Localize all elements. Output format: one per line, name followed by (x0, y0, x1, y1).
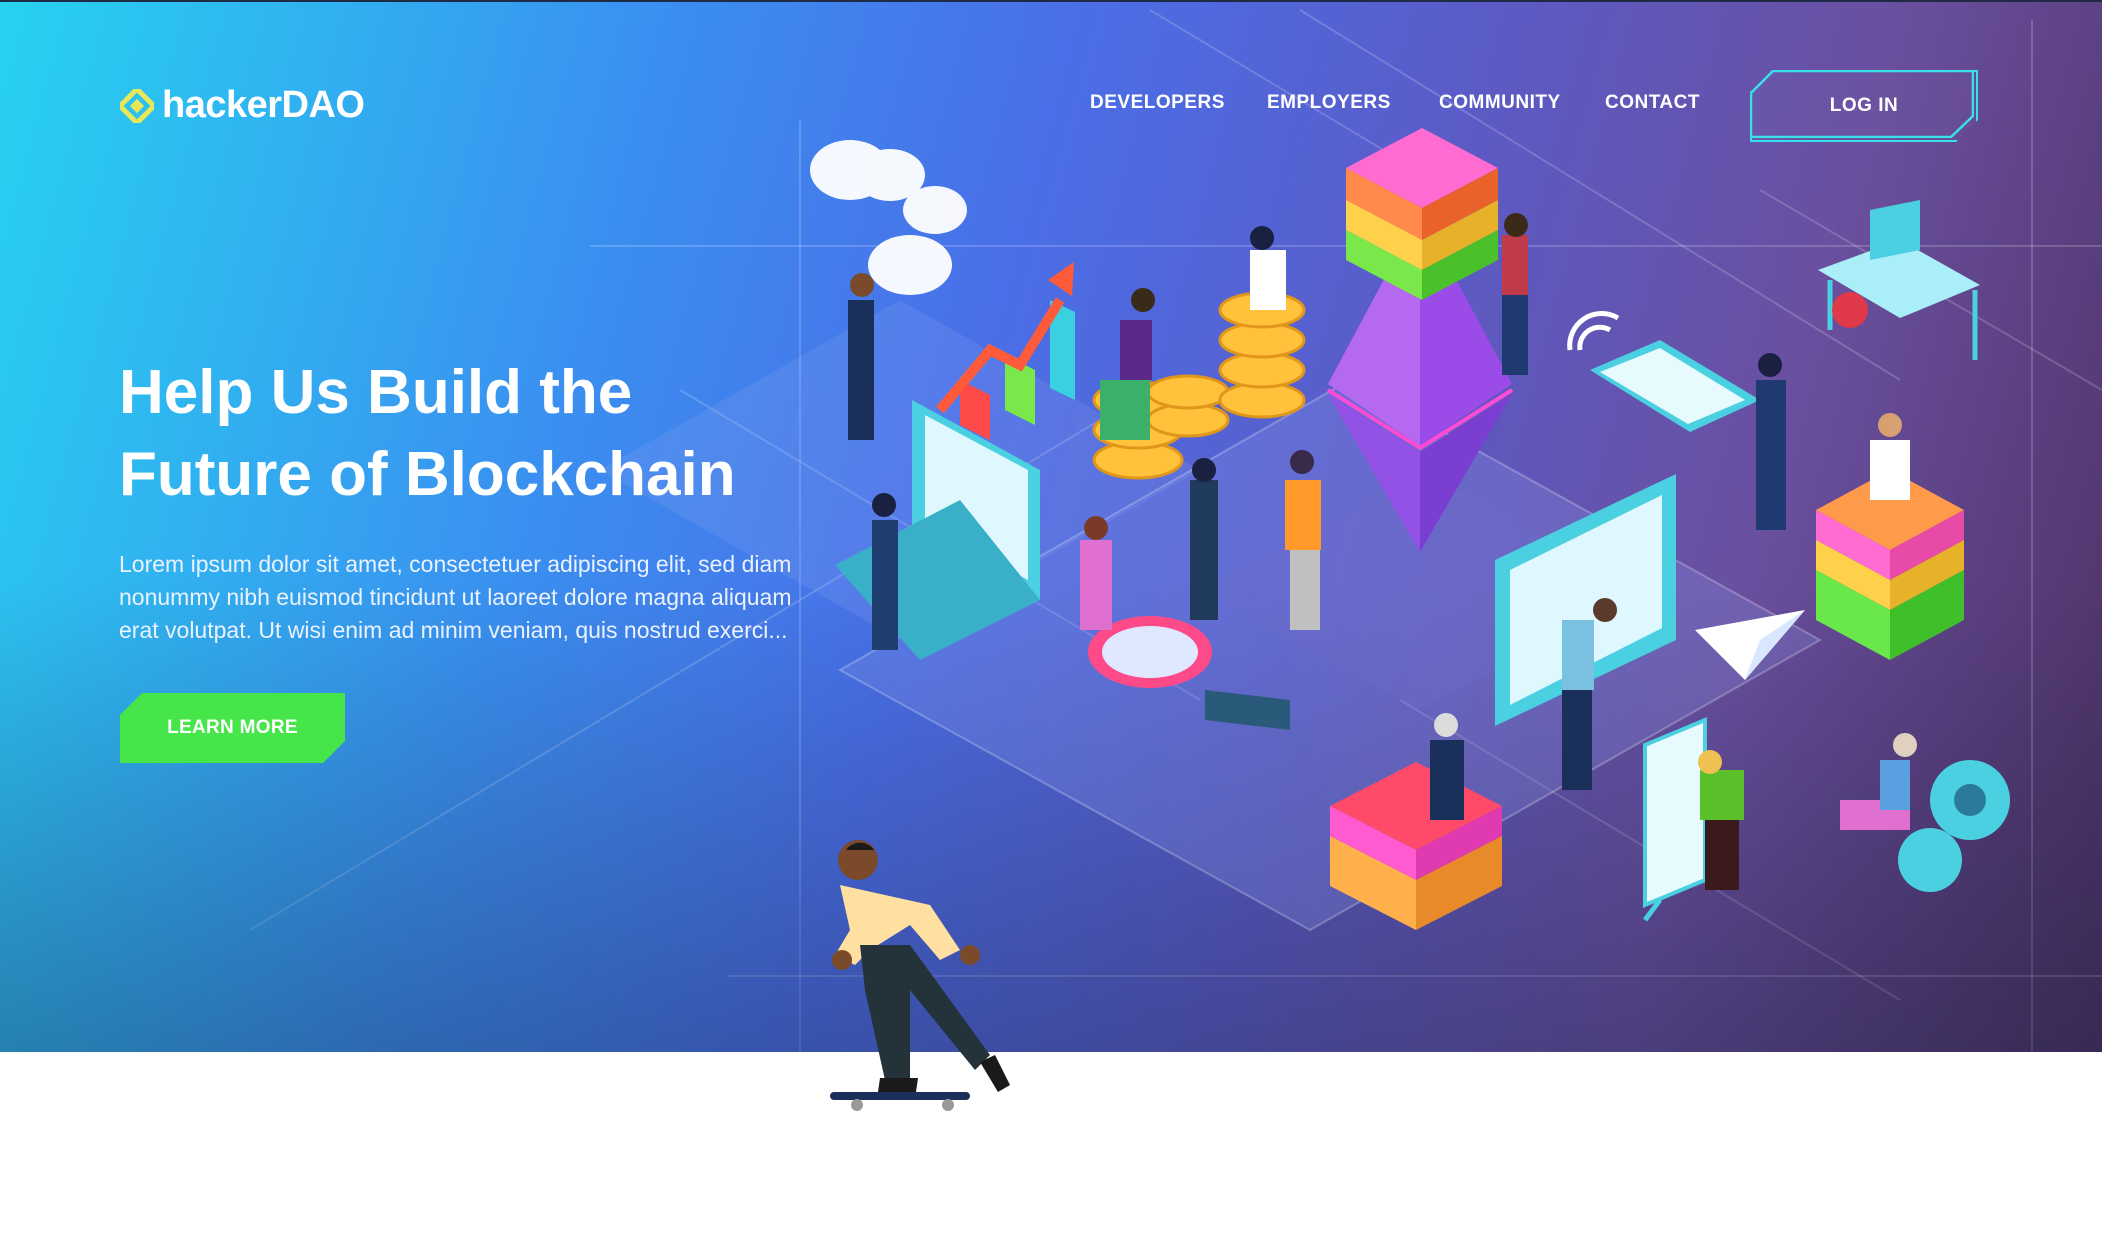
skateboarder-icon (830, 840, 1010, 1111)
cloud-icon (810, 140, 967, 295)
hero-section: hackerDAO DEVELOPERS EMPLOYERS COMMUNITY… (0, 0, 2102, 1052)
blockchain-illustration-icon (600, 128, 2010, 932)
server-stack-icon (1346, 128, 1498, 300)
gear-icon (1898, 760, 2010, 892)
brand-name: hackerDAO (162, 84, 365, 126)
learn-more-button[interactable]: LEARN MORE (120, 693, 345, 763)
hero-title: Help Us Build the Future of Blockchain (119, 352, 879, 516)
nav-item-contact[interactable]: CONTACT (1605, 92, 1700, 114)
brand-logo[interactable]: hackerDAO (120, 84, 365, 127)
flip-chart-icon (1643, 717, 1707, 922)
hero-title-line-1: Help Us Build the (119, 358, 633, 427)
hero-description: Lorem ipsum dolor sit amet, consectetuer… (119, 551, 792, 643)
hero-title-line-2: Future of Blockchain (119, 440, 736, 509)
hexagon-diamond-logo-icon (120, 88, 154, 123)
phone-icon (1567, 311, 1760, 432)
login-button[interactable]: LOG IN (1750, 70, 1978, 142)
nav-item-employers[interactable]: EMPLOYERS (1267, 92, 1391, 114)
desk-computer-icon (1818, 200, 1980, 360)
nav-item-community[interactable]: COMMUNITY (1439, 92, 1561, 114)
nav-item-developers[interactable]: DEVELOPERS (1090, 92, 1225, 114)
